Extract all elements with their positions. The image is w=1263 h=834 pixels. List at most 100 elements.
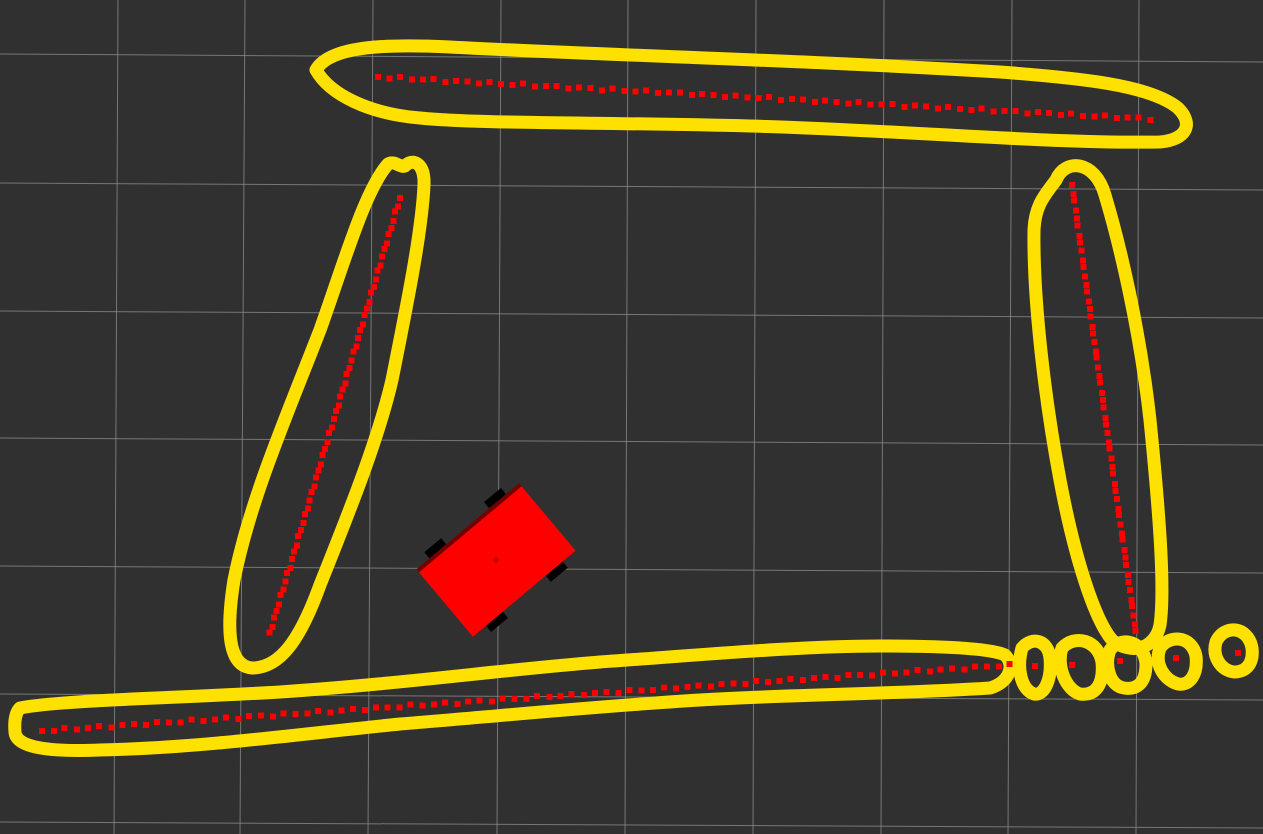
laser-scan-point [335, 402, 342, 409]
laser-scan-point [498, 80, 505, 87]
laser-scan-point [304, 710, 311, 717]
laser-scan-point [660, 684, 667, 691]
laser-scan-point [892, 670, 898, 677]
laser-scan-point [271, 614, 277, 621]
laser-scan-point [1130, 612, 1137, 619]
cluster-outline-right-wall [1027, 159, 1169, 655]
laser-scan-point [587, 85, 594, 92]
laser-scan-point [315, 467, 322, 474]
laser-scan-point [108, 724, 115, 731]
laser-scan-point [50, 728, 57, 735]
laser-scan-point [799, 96, 806, 103]
laser-scan-point [945, 104, 952, 110]
laser-scan-point [291, 548, 297, 555]
laser-scan-point [626, 686, 633, 693]
laser-scan-point [1124, 114, 1131, 121]
laser-scan-point [1101, 112, 1108, 119]
laser-scan-point [1125, 572, 1132, 579]
laser-scan-point [396, 704, 403, 711]
laser-scan-point [511, 695, 518, 702]
laser-scan-point [269, 713, 276, 720]
laser-scan-point [707, 683, 714, 690]
laser-scan-point [811, 98, 818, 105]
laser-scan-point [1057, 112, 1064, 119]
laser-scan-point [1080, 263, 1087, 270]
laser-scan-point [744, 94, 751, 101]
laser-scan-point [1097, 379, 1103, 386]
laser-scan-point [718, 681, 725, 687]
laser-scan-point [1069, 182, 1075, 188]
laser-scan-point [542, 83, 549, 90]
laser-scan-point [1083, 288, 1090, 295]
laser-scan-point [787, 675, 794, 682]
map-canvas[interactable] [0, 0, 1263, 834]
laser-scan-point [937, 666, 944, 673]
laser-scan-point [855, 99, 862, 105]
laser-scan-point [1070, 191, 1077, 198]
laser-scan-point [313, 474, 319, 481]
laser-scan-point [379, 253, 386, 260]
laser-scan-point [61, 725, 68, 732]
laser-scan-point [453, 77, 460, 84]
laser-scan-point [1068, 110, 1075, 117]
laser-scan-point [1087, 313, 1094, 320]
laser-scan-point [293, 542, 300, 549]
laser-scan-point [372, 276, 379, 283]
laser-scan-point [257, 712, 264, 719]
laser-scan-point [732, 92, 739, 99]
laser-scan-point [534, 693, 540, 699]
laser-scan-point [834, 675, 841, 681]
laser-scan-point [523, 695, 530, 702]
laser-scan-point [337, 393, 344, 400]
laser-scan-point [766, 94, 773, 101]
laser-scan-point [1080, 257, 1087, 264]
laser-scan-point [643, 87, 650, 94]
laser-scan-point [914, 667, 921, 674]
laser-scan-point [476, 80, 483, 87]
laser-scan-point [143, 722, 150, 729]
laser-scan-point [1099, 389, 1105, 396]
grid-line [0, 437, 1263, 446]
laser-scan-point [1103, 421, 1110, 428]
laser-scan-point [311, 483, 318, 490]
laser-scan-point [553, 82, 560, 89]
laser-scan-point [318, 461, 325, 468]
laser-scan-point [366, 299, 373, 306]
laser-scan-point [581, 692, 588, 699]
laser-scan-point [385, 230, 392, 237]
laser-scan-point [923, 103, 929, 110]
laser-scan-point [1129, 603, 1135, 610]
laser-scan-point [408, 76, 415, 83]
laser-scan-point [1132, 627, 1139, 634]
laser-scan-point [301, 510, 308, 517]
laser-scan-point [397, 195, 403, 201]
laser-scan-point [676, 89, 683, 96]
laser-scan-point [342, 380, 349, 387]
grid-line [239, 0, 246, 834]
map-viewport[interactable] [0, 0, 1263, 834]
laser-scan-point [419, 702, 426, 709]
laser-scan-point [308, 489, 315, 495]
laser-scan-point [1117, 521, 1124, 528]
robot-model[interactable] [411, 477, 580, 643]
laser-scan-point [1085, 298, 1092, 305]
laser-scan-point [465, 698, 472, 705]
laser-scan-point [1135, 114, 1142, 121]
laser-scan-point [330, 416, 337, 422]
laser-scan-point [287, 564, 294, 571]
laser-scan-point [889, 101, 896, 107]
laser-scan-point [546, 694, 553, 701]
laser-scan-point [776, 678, 783, 685]
cluster-outlines [8, 39, 1259, 757]
laser-scan-point [188, 716, 195, 723]
laser-scan-point [753, 678, 759, 685]
laser-scan-point [621, 87, 628, 94]
laser-scan-point [1235, 650, 1241, 656]
cluster-outline-left-wall [223, 155, 431, 675]
laser-scan-point [372, 704, 379, 711]
laser-scan-point [332, 408, 339, 414]
laser-scan-point [788, 96, 795, 103]
laser-scan-point [454, 700, 461, 707]
laser-scan-point [755, 95, 762, 102]
laser-scan-point [269, 623, 276, 630]
